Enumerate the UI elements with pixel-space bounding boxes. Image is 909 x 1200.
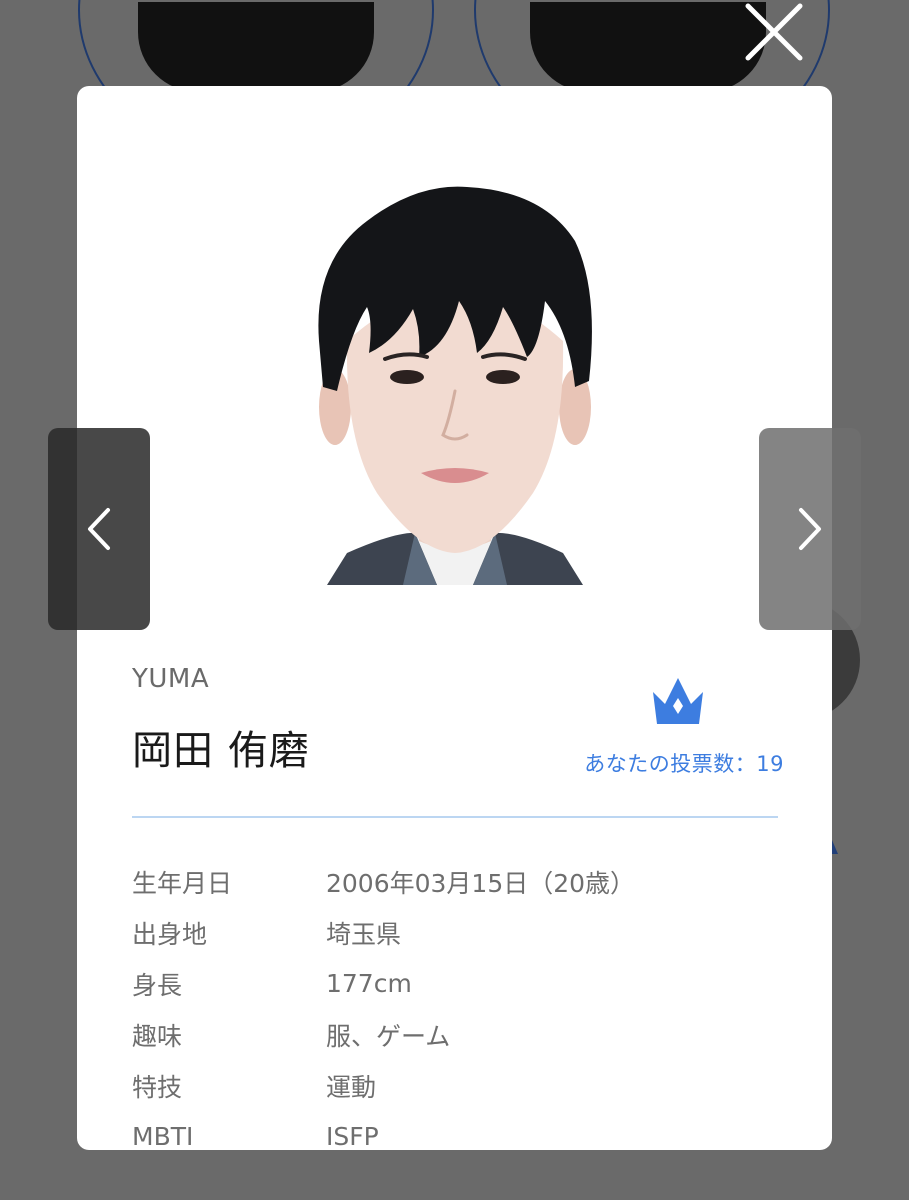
member-photo	[307, 181, 603, 585]
detail-label: 出身地	[132, 919, 208, 949]
divider	[132, 816, 778, 818]
previous-member-button[interactable]	[48, 428, 150, 630]
detail-row-hometown: 出身地 埼玉県	[132, 907, 778, 958]
detail-value: 服、ゲーム	[326, 1021, 451, 1051]
vote-count-label: あなたの投票数：19	[584, 752, 784, 776]
crown-icon	[649, 676, 707, 726]
member-name: 岡田 侑磨	[132, 728, 310, 774]
detail-value: ISFP	[326, 1122, 379, 1150]
detail-row-mbti: MBTI ISFP	[132, 1111, 778, 1150]
chevron-right-icon	[799, 508, 821, 550]
detail-label: 特技	[132, 1072, 183, 1102]
detail-label: MBTI	[132, 1122, 194, 1150]
profile-details-list: 生年月日 2006年03月15日（20歳） 出身地 埼玉県 身長 177cm 趣…	[132, 856, 778, 1151]
detail-label: 身長	[132, 970, 183, 1000]
detail-row-height: 身長 177cm	[132, 958, 778, 1009]
member-romaji-name: YUMA	[132, 664, 210, 694]
profile-modal: YUMA 岡田 侑磨 あなたの投票数：19 生年月日 2006年03月15日（2…	[77, 86, 832, 1150]
next-member-button[interactable]	[759, 428, 861, 630]
close-icon	[745, 3, 803, 61]
detail-value: 埼玉県	[326, 919, 402, 949]
background-member-photo	[138, 2, 374, 92]
chevron-left-icon	[88, 508, 110, 550]
detail-row-birthday: 生年月日 2006年03月15日（20歳）	[132, 856, 778, 907]
detail-row-hobby: 趣味 服、ゲーム	[132, 1009, 778, 1060]
detail-value: 177cm	[326, 969, 412, 998]
detail-label: 生年月日	[132, 868, 233, 898]
detail-value: 2006年03月15日（20歳）	[326, 868, 636, 898]
detail-value: 運動	[326, 1072, 377, 1102]
detail-label: 趣味	[132, 1021, 183, 1051]
background-member-photo	[530, 2, 766, 92]
detail-row-skill: 特技 運動	[132, 1060, 778, 1111]
close-button[interactable]	[742, 2, 806, 62]
